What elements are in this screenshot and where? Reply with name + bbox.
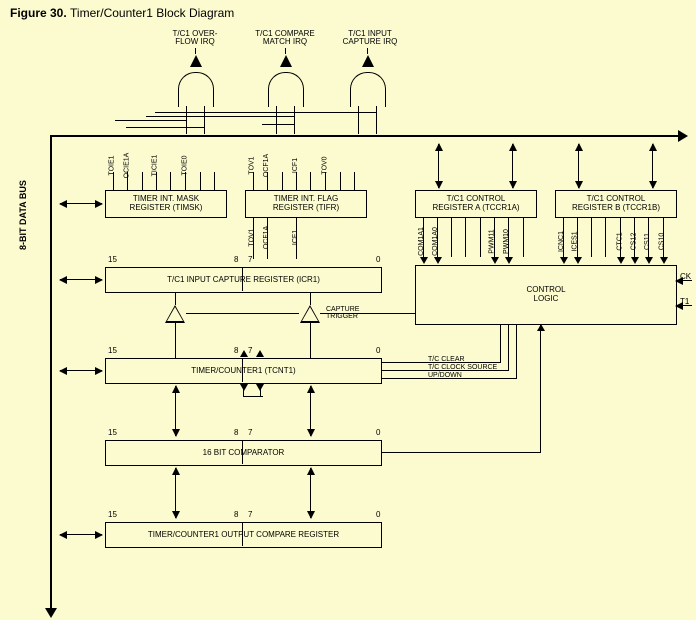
- pin-icf1: ICF1: [292, 158, 299, 173]
- comparator: 16 BIT COMPARATOR: [105, 440, 382, 466]
- comp-bit15: 15: [108, 428, 117, 437]
- pin-cs11: CS11: [644, 233, 651, 250]
- irq-label-capture: T/C1 INPUT CAPTURE IRQ: [330, 30, 410, 47]
- figure-title: Figure 30. Timer/Counter1 Block Diagram: [10, 6, 234, 20]
- and-gate-ovf: [178, 72, 214, 107]
- pin-ticie1: TICIE1: [151, 155, 158, 177]
- pin-ices1: ICES1: [572, 231, 579, 251]
- bus-conn-timsk: [60, 203, 102, 204]
- reg-tcnt1: TIMER/COUNTER1 (TCNT1): [105, 358, 382, 384]
- pin-ocf1a: OCF1A: [263, 154, 270, 177]
- pin-tov0: TOV0: [322, 156, 329, 174]
- reg-icr1: T/C1 INPUT CAPTURE REGISTER (ICR1): [105, 267, 382, 293]
- ocr-bit0: 0: [376, 510, 380, 519]
- data-bus-horizontal: [50, 135, 685, 137]
- irq-label-compare: T/C1 COMPARE MATCH IRQ: [240, 30, 330, 47]
- bus-arrow-down: [45, 608, 57, 618]
- pin-cs12: CS12: [630, 233, 637, 251]
- icr1-bit8: 8: [234, 255, 238, 264]
- icr1-bit0: 0: [376, 255, 380, 264]
- ocr-bit15: 15: [108, 510, 117, 519]
- reg-timsk: TIMER INT. MASK REGISTER (TIMSK): [105, 190, 227, 218]
- ocr-bit8: 8: [234, 510, 238, 519]
- bus-label: 8-BIT DATA BUS: [18, 180, 28, 250]
- tcnt1-bit0: 0: [376, 346, 380, 355]
- bus-conn-icr1: [60, 279, 102, 280]
- control-logic: CONTROL LOGIC: [415, 265, 677, 325]
- input-t1: T1: [680, 298, 689, 306]
- comp-bit7: 7: [248, 428, 252, 437]
- pin-com1a1: COM1A1: [418, 227, 425, 256]
- data-bus-vertical: [50, 135, 52, 615]
- and-gate-cmp: [268, 72, 304, 107]
- comp-bit8: 8: [234, 428, 238, 437]
- reg-tifr: TIMER INT. FLAG REGISTER (TIFR): [245, 190, 367, 218]
- reg-tccr1b: T/C1 CONTROL REGISTER B (TCCR1B): [555, 190, 677, 218]
- reg-ocr: TIMER/COUNTER1 OUTPUT COMPARE REGISTER: [105, 522, 382, 548]
- buffer-lo: [300, 305, 320, 323]
- bus-conn-tcnt1: [60, 370, 102, 371]
- tcnt1-bit7: 7: [248, 346, 252, 355]
- ocr-bit7: 7: [248, 510, 252, 519]
- reg-tccr1a: T/C1 CONTROL REGISTER A (TCCR1A): [415, 190, 537, 218]
- tcnt1-bit15: 15: [108, 346, 117, 355]
- pin-toie0: TOIE0: [182, 155, 189, 175]
- tcnt1-bit8: 8: [234, 346, 238, 355]
- irq-label-overflow: T/C1 OVER- FLOW IRQ: [155, 30, 235, 47]
- pin-cs10: CS10: [658, 233, 665, 251]
- icr1-bit7: 7: [248, 255, 252, 264]
- buffer-hi: [165, 305, 185, 323]
- pin-icnc1: ICNC1: [558, 231, 565, 252]
- input-ck: CK: [680, 273, 691, 281]
- bus-arrow-right: [678, 130, 688, 142]
- pin-ctc1: CTC1: [617, 232, 624, 250]
- pin-pwm10: PWM10: [503, 229, 510, 254]
- pin-toie1: TOIE1: [109, 155, 116, 175]
- pin-pwm11: PWM11: [489, 229, 496, 253]
- pin-com1a0: COM1A0: [432, 227, 439, 256]
- pin-tov1: TOV1: [249, 156, 256, 174]
- comp-bit0: 0: [376, 428, 380, 437]
- and-gate-cap: [350, 72, 386, 107]
- icr1-bit15: 15: [108, 255, 117, 264]
- bus-conn-ocr: [60, 534, 102, 535]
- pin-ocie1a: OCIE1A: [123, 153, 130, 179]
